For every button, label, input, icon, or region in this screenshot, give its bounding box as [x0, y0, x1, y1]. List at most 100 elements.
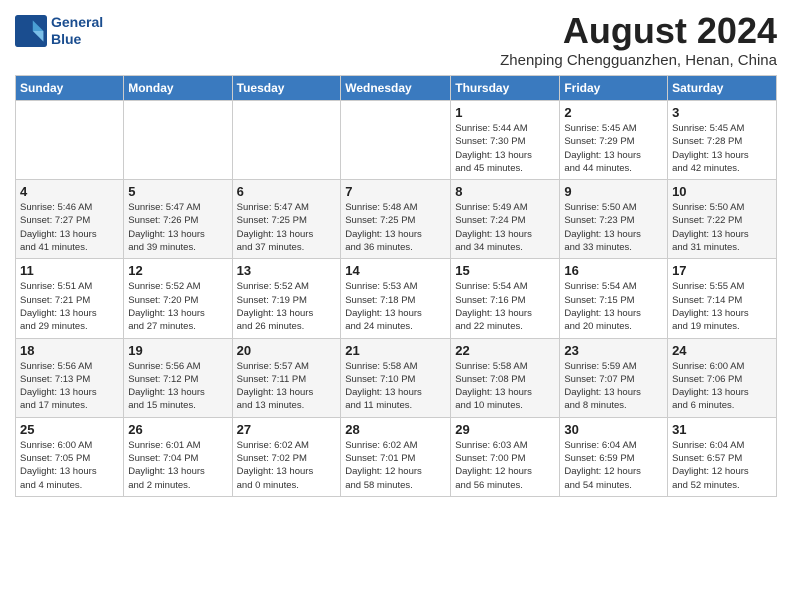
day-info: Sunrise: 5:58 AM Sunset: 7:10 PM Dayligh…	[345, 360, 446, 413]
day-number: 19	[128, 343, 227, 358]
calendar-week-row: 11Sunrise: 5:51 AM Sunset: 7:21 PM Dayli…	[16, 259, 777, 338]
day-info: Sunrise: 5:56 AM Sunset: 7:13 PM Dayligh…	[20, 360, 119, 413]
day-info: Sunrise: 5:44 AM Sunset: 7:30 PM Dayligh…	[455, 122, 555, 175]
day-number: 8	[455, 184, 555, 199]
day-info: Sunrise: 5:47 AM Sunset: 7:25 PM Dayligh…	[237, 201, 337, 254]
calendar-cell	[341, 101, 451, 180]
day-info: Sunrise: 5:56 AM Sunset: 7:12 PM Dayligh…	[128, 360, 227, 413]
logo-icon	[15, 15, 47, 47]
calendar-cell: 18 Sunrise: 5:56 AM Sunset: 7:13 PM Dayli…	[16, 338, 124, 417]
calendar-cell: 29 Sunrise: 6:03 AM Sunset: 7:00 PM Dayli…	[451, 417, 560, 496]
calendar-cell: 17 Sunrise: 5:55 AM Sunset: 7:14 PM Dayli…	[668, 259, 777, 338]
calendar-cell: 22 Sunrise: 5:58 AM Sunset: 7:08 PM Dayli…	[451, 338, 560, 417]
day-info: Sunrise: 5:46 AM Sunset: 7:27 PM Dayligh…	[20, 201, 119, 254]
day-info: Sunrise: 5:45 AM Sunset: 7:28 PM Dayligh…	[672, 122, 772, 175]
day-number: 2	[564, 105, 663, 120]
calendar-cell	[16, 101, 124, 180]
weekday-header-monday: Monday	[124, 76, 232, 101]
calendar-cell: 12Sunrise: 5:52 AM Sunset: 7:20 PM Dayli…	[124, 259, 232, 338]
page-header: General Blue August 2024 Zhenping Chengg…	[15, 10, 777, 69]
calendar-cell: 10Sunrise: 5:50 AM Sunset: 7:22 PM Dayli…	[668, 180, 777, 259]
calendar-cell: 24Sunrise: 6:00 AM Sunset: 7:06 PM Dayli…	[668, 338, 777, 417]
weekday-header-sunday: Sunday	[16, 76, 124, 101]
calendar-week-row: 25 Sunrise: 6:00 AM Sunset: 7:05 PM Dayli…	[16, 417, 777, 496]
day-info: Sunrise: 5:53 AM Sunset: 7:18 PM Dayligh…	[345, 280, 446, 333]
calendar-cell	[232, 101, 341, 180]
day-info: Sunrise: 5:52 AM Sunset: 7:20 PM Dayligh…	[128, 280, 227, 333]
day-info: Sunrise: 5:58 AM Sunset: 7:08 PM Dayligh…	[455, 360, 555, 413]
calendar-cell: 28Sunrise: 6:02 AM Sunset: 7:01 PM Dayli…	[341, 417, 451, 496]
day-number: 15	[455, 263, 555, 278]
day-info: Sunrise: 5:54 AM Sunset: 7:16 PM Dayligh…	[455, 280, 555, 333]
day-number: 30	[564, 422, 663, 437]
day-number: 17	[672, 263, 772, 278]
day-info: Sunrise: 5:50 AM Sunset: 7:23 PM Dayligh…	[564, 201, 663, 254]
calendar-cell: 19 Sunrise: 5:56 AM Sunset: 7:12 PM Dayli…	[124, 338, 232, 417]
day-info: Sunrise: 5:49 AM Sunset: 7:24 PM Dayligh…	[455, 201, 555, 254]
day-number: 21	[345, 343, 446, 358]
calendar-cell: 2Sunrise: 5:45 AM Sunset: 7:29 PM Daylig…	[560, 101, 668, 180]
day-number: 23	[564, 343, 663, 358]
day-info: Sunrise: 6:03 AM Sunset: 7:00 PM Dayligh…	[455, 439, 555, 492]
day-number: 22	[455, 343, 555, 358]
day-number: 6	[237, 184, 337, 199]
day-number: 7	[345, 184, 446, 199]
weekday-header-saturday: Saturday	[668, 76, 777, 101]
day-info: Sunrise: 5:55 AM Sunset: 7:14 PM Dayligh…	[672, 280, 772, 333]
day-number: 9	[564, 184, 663, 199]
day-info: Sunrise: 5:54 AM Sunset: 7:15 PM Dayligh…	[564, 280, 663, 333]
calendar-cell: 5 Sunrise: 5:47 AM Sunset: 7:26 PM Daylig…	[124, 180, 232, 259]
calendar-week-row: 4 Sunrise: 5:46 AM Sunset: 7:27 PM Daylig…	[16, 180, 777, 259]
day-info: Sunrise: 6:02 AM Sunset: 7:02 PM Dayligh…	[237, 439, 337, 492]
day-number: 13	[237, 263, 337, 278]
day-info: Sunrise: 6:00 AM Sunset: 7:05 PM Dayligh…	[20, 439, 119, 492]
day-number: 26	[128, 422, 227, 437]
day-number: 25	[20, 422, 119, 437]
day-info: Sunrise: 5:48 AM Sunset: 7:25 PM Dayligh…	[345, 201, 446, 254]
day-number: 29	[455, 422, 555, 437]
calendar-cell: 1 Sunrise: 5:44 AM Sunset: 7:30 PM Daylig…	[451, 101, 560, 180]
title-block: August 2024 Zhenping Chengguanzhen, Hena…	[500, 10, 777, 69]
day-info: Sunrise: 5:57 AM Sunset: 7:11 PM Dayligh…	[237, 360, 337, 413]
weekday-header-tuesday: Tuesday	[232, 76, 341, 101]
logo-text: General Blue	[51, 14, 103, 48]
calendar-cell	[124, 101, 232, 180]
day-info: Sunrise: 6:04 AM Sunset: 6:57 PM Dayligh…	[672, 439, 772, 492]
calendar-cell: 7 Sunrise: 5:48 AM Sunset: 7:25 PM Daylig…	[341, 180, 451, 259]
calendar-cell: 14 Sunrise: 5:53 AM Sunset: 7:18 PM Dayli…	[341, 259, 451, 338]
day-number: 27	[237, 422, 337, 437]
day-number: 31	[672, 422, 772, 437]
day-info: Sunrise: 5:52 AM Sunset: 7:19 PM Dayligh…	[237, 280, 337, 333]
day-info: Sunrise: 5:47 AM Sunset: 7:26 PM Dayligh…	[128, 201, 227, 254]
calendar-table: SundayMondayTuesdayWednesdayThursdayFrid…	[15, 75, 777, 497]
day-info: Sunrise: 6:04 AM Sunset: 6:59 PM Dayligh…	[564, 439, 663, 492]
calendar-cell: 27 Sunrise: 6:02 AM Sunset: 7:02 PM Dayli…	[232, 417, 341, 496]
day-number: 14	[345, 263, 446, 278]
calendar-cell: 21 Sunrise: 5:58 AM Sunset: 7:10 PM Dayli…	[341, 338, 451, 417]
day-info: Sunrise: 6:00 AM Sunset: 7:06 PM Dayligh…	[672, 360, 772, 413]
weekday-header-thursday: Thursday	[451, 76, 560, 101]
calendar-cell: 31 Sunrise: 6:04 AM Sunset: 6:57 PM Dayli…	[668, 417, 777, 496]
calendar-cell: 16Sunrise: 5:54 AM Sunset: 7:15 PM Dayli…	[560, 259, 668, 338]
calendar-cell: 30 Sunrise: 6:04 AM Sunset: 6:59 PM Dayli…	[560, 417, 668, 496]
calendar-week-row: 18 Sunrise: 5:56 AM Sunset: 7:13 PM Dayli…	[16, 338, 777, 417]
day-number: 5	[128, 184, 227, 199]
calendar-cell: 15 Sunrise: 5:54 AM Sunset: 7:16 PM Dayli…	[451, 259, 560, 338]
calendar-cell: 13 Sunrise: 5:52 AM Sunset: 7:19 PM Dayli…	[232, 259, 341, 338]
day-number: 20	[237, 343, 337, 358]
calendar-cell: 3Sunrise: 5:45 AM Sunset: 7:28 PM Daylig…	[668, 101, 777, 180]
calendar-cell: 11Sunrise: 5:51 AM Sunset: 7:21 PM Dayli…	[16, 259, 124, 338]
weekday-header-wednesday: Wednesday	[341, 76, 451, 101]
calendar-cell: 23 Sunrise: 5:59 AM Sunset: 7:07 PM Dayli…	[560, 338, 668, 417]
weekday-header-friday: Friday	[560, 76, 668, 101]
calendar-cell: 20 Sunrise: 5:57 AM Sunset: 7:11 PM Dayli…	[232, 338, 341, 417]
day-info: Sunrise: 5:59 AM Sunset: 7:07 PM Dayligh…	[564, 360, 663, 413]
day-number: 4	[20, 184, 119, 199]
calendar-cell: 6 Sunrise: 5:47 AM Sunset: 7:25 PM Daylig…	[232, 180, 341, 259]
day-number: 18	[20, 343, 119, 358]
day-number: 1	[455, 105, 555, 120]
calendar-cell: 9 Sunrise: 5:50 AM Sunset: 7:23 PM Daylig…	[560, 180, 668, 259]
calendar-cell: 25 Sunrise: 6:00 AM Sunset: 7:05 PM Dayli…	[16, 417, 124, 496]
day-number: 10	[672, 184, 772, 199]
weekday-header-row: SundayMondayTuesdayWednesdayThursdayFrid…	[16, 76, 777, 101]
